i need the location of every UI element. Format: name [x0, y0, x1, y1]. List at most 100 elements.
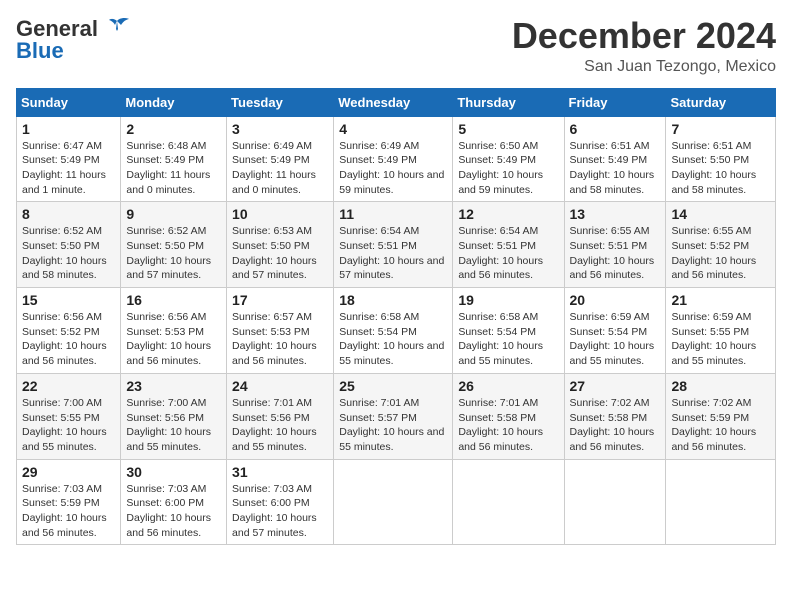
- column-header-wednesday: Wednesday: [334, 88, 453, 116]
- day-number: 18: [339, 292, 447, 308]
- day-info: Sunrise: 6:59 AM Sunset: 5:55 PM Dayligh…: [671, 310, 770, 369]
- week-row-1: 1 Sunrise: 6:47 AM Sunset: 5:49 PM Dayli…: [17, 116, 776, 202]
- calendar-cell: [453, 459, 564, 545]
- day-info: Sunrise: 6:55 AM Sunset: 5:52 PM Dayligh…: [671, 224, 770, 283]
- calendar-cell: [666, 459, 776, 545]
- calendar-cell: 25 Sunrise: 7:01 AM Sunset: 5:57 PM Dayl…: [334, 373, 453, 459]
- day-number: 4: [339, 121, 447, 137]
- day-info: Sunrise: 7:01 AM Sunset: 5:57 PM Dayligh…: [339, 396, 447, 455]
- calendar-cell: 21 Sunrise: 6:59 AM Sunset: 5:55 PM Dayl…: [666, 288, 776, 374]
- calendar-cell: 7 Sunrise: 6:51 AM Sunset: 5:50 PM Dayli…: [666, 116, 776, 202]
- calendar-cell: 13 Sunrise: 6:55 AM Sunset: 5:51 PM Dayl…: [564, 202, 666, 288]
- calendar-cell: 14 Sunrise: 6:55 AM Sunset: 5:52 PM Dayl…: [666, 202, 776, 288]
- day-number: 13: [570, 206, 661, 222]
- calendar-cell: 3 Sunrise: 6:49 AM Sunset: 5:49 PM Dayli…: [227, 116, 334, 202]
- calendar-cell: 17 Sunrise: 6:57 AM Sunset: 5:53 PM Dayl…: [227, 288, 334, 374]
- column-header-sunday: Sunday: [17, 88, 121, 116]
- day-info: Sunrise: 7:01 AM Sunset: 5:58 PM Dayligh…: [458, 396, 558, 455]
- day-info: Sunrise: 6:57 AM Sunset: 5:53 PM Dayligh…: [232, 310, 328, 369]
- day-info: Sunrise: 6:50 AM Sunset: 5:49 PM Dayligh…: [458, 139, 558, 198]
- day-number: 19: [458, 292, 558, 308]
- logo-bird-icon: [103, 17, 131, 39]
- day-number: 21: [671, 292, 770, 308]
- calendar-cell: 10 Sunrise: 6:53 AM Sunset: 5:50 PM Dayl…: [227, 202, 334, 288]
- logo: General Blue: [16, 16, 131, 64]
- day-number: 30: [126, 464, 221, 480]
- day-number: 26: [458, 378, 558, 394]
- day-info: Sunrise: 6:51 AM Sunset: 5:49 PM Dayligh…: [570, 139, 661, 198]
- calendar-cell: 4 Sunrise: 6:49 AM Sunset: 5:49 PM Dayli…: [334, 116, 453, 202]
- day-info: Sunrise: 6:55 AM Sunset: 5:51 PM Dayligh…: [570, 224, 661, 283]
- calendar-cell: 1 Sunrise: 6:47 AM Sunset: 5:49 PM Dayli…: [17, 116, 121, 202]
- day-number: 2: [126, 121, 221, 137]
- week-row-3: 15 Sunrise: 6:56 AM Sunset: 5:52 PM Dayl…: [17, 288, 776, 374]
- header: General Blue December 2024 San Juan Tezo…: [16, 16, 776, 76]
- calendar-cell: 29 Sunrise: 7:03 AM Sunset: 5:59 PM Dayl…: [17, 459, 121, 545]
- day-number: 25: [339, 378, 447, 394]
- week-row-2: 8 Sunrise: 6:52 AM Sunset: 5:50 PM Dayli…: [17, 202, 776, 288]
- calendar-cell: 22 Sunrise: 7:00 AM Sunset: 5:55 PM Dayl…: [17, 373, 121, 459]
- calendar-cell: 2 Sunrise: 6:48 AM Sunset: 5:49 PM Dayli…: [121, 116, 227, 202]
- calendar-cell: 18 Sunrise: 6:58 AM Sunset: 5:54 PM Dayl…: [334, 288, 453, 374]
- day-number: 10: [232, 206, 328, 222]
- day-number: 9: [126, 206, 221, 222]
- column-header-tuesday: Tuesday: [227, 88, 334, 116]
- calendar-cell: 8 Sunrise: 6:52 AM Sunset: 5:50 PM Dayli…: [17, 202, 121, 288]
- week-row-5: 29 Sunrise: 7:03 AM Sunset: 5:59 PM Dayl…: [17, 459, 776, 545]
- day-info: Sunrise: 6:52 AM Sunset: 5:50 PM Dayligh…: [126, 224, 221, 283]
- day-info: Sunrise: 7:02 AM Sunset: 5:58 PM Dayligh…: [570, 396, 661, 455]
- day-info: Sunrise: 6:54 AM Sunset: 5:51 PM Dayligh…: [339, 224, 447, 283]
- day-info: Sunrise: 6:56 AM Sunset: 5:52 PM Dayligh…: [22, 310, 115, 369]
- calendar-cell: 31 Sunrise: 7:03 AM Sunset: 6:00 PM Dayl…: [227, 459, 334, 545]
- calendar-cell: [334, 459, 453, 545]
- day-number: 8: [22, 206, 115, 222]
- day-info: Sunrise: 6:54 AM Sunset: 5:51 PM Dayligh…: [458, 224, 558, 283]
- calendar-cell: 19 Sunrise: 6:58 AM Sunset: 5:54 PM Dayl…: [453, 288, 564, 374]
- calendar-cell: 20 Sunrise: 6:59 AM Sunset: 5:54 PM Dayl…: [564, 288, 666, 374]
- calendar-cell: 15 Sunrise: 6:56 AM Sunset: 5:52 PM Dayl…: [17, 288, 121, 374]
- day-number: 12: [458, 206, 558, 222]
- day-number: 29: [22, 464, 115, 480]
- day-number: 16: [126, 292, 221, 308]
- day-number: 27: [570, 378, 661, 394]
- day-info: Sunrise: 7:03 AM Sunset: 6:00 PM Dayligh…: [232, 482, 328, 541]
- day-info: Sunrise: 7:02 AM Sunset: 5:59 PM Dayligh…: [671, 396, 770, 455]
- day-number: 23: [126, 378, 221, 394]
- location-title: San Juan Tezongo, Mexico: [512, 58, 776, 76]
- calendar-cell: 5 Sunrise: 6:50 AM Sunset: 5:49 PM Dayli…: [453, 116, 564, 202]
- month-title: December 2024: [512, 16, 776, 56]
- column-header-monday: Monday: [121, 88, 227, 116]
- header-row: SundayMondayTuesdayWednesdayThursdayFrid…: [17, 88, 776, 116]
- calendar-cell: 30 Sunrise: 7:03 AM Sunset: 6:00 PM Dayl…: [121, 459, 227, 545]
- calendar-cell: 12 Sunrise: 6:54 AM Sunset: 5:51 PM Dayl…: [453, 202, 564, 288]
- calendar-cell: 28 Sunrise: 7:02 AM Sunset: 5:59 PM Dayl…: [666, 373, 776, 459]
- calendar-cell: 24 Sunrise: 7:01 AM Sunset: 5:56 PM Dayl…: [227, 373, 334, 459]
- day-info: Sunrise: 7:01 AM Sunset: 5:56 PM Dayligh…: [232, 396, 328, 455]
- calendar-cell: 9 Sunrise: 6:52 AM Sunset: 5:50 PM Dayli…: [121, 202, 227, 288]
- column-header-saturday: Saturday: [666, 88, 776, 116]
- day-number: 20: [570, 292, 661, 308]
- calendar-cell: 26 Sunrise: 7:01 AM Sunset: 5:58 PM Dayl…: [453, 373, 564, 459]
- day-number: 24: [232, 378, 328, 394]
- calendar-cell: 16 Sunrise: 6:56 AM Sunset: 5:53 PM Dayl…: [121, 288, 227, 374]
- day-info: Sunrise: 6:53 AM Sunset: 5:50 PM Dayligh…: [232, 224, 328, 283]
- logo-blue: Blue: [16, 38, 64, 64]
- day-info: Sunrise: 6:58 AM Sunset: 5:54 PM Dayligh…: [339, 310, 447, 369]
- week-row-4: 22 Sunrise: 7:00 AM Sunset: 5:55 PM Dayl…: [17, 373, 776, 459]
- day-number: 22: [22, 378, 115, 394]
- day-number: 14: [671, 206, 770, 222]
- day-info: Sunrise: 7:00 AM Sunset: 5:55 PM Dayligh…: [22, 396, 115, 455]
- calendar-cell: 23 Sunrise: 7:00 AM Sunset: 5:56 PM Dayl…: [121, 373, 227, 459]
- day-info: Sunrise: 6:59 AM Sunset: 5:54 PM Dayligh…: [570, 310, 661, 369]
- day-number: 15: [22, 292, 115, 308]
- calendar-cell: 11 Sunrise: 6:54 AM Sunset: 5:51 PM Dayl…: [334, 202, 453, 288]
- calendar-table: SundayMondayTuesdayWednesdayThursdayFrid…: [16, 88, 776, 546]
- day-number: 17: [232, 292, 328, 308]
- day-number: 11: [339, 206, 447, 222]
- day-number: 28: [671, 378, 770, 394]
- day-number: 6: [570, 121, 661, 137]
- day-info: Sunrise: 7:03 AM Sunset: 5:59 PM Dayligh…: [22, 482, 115, 541]
- day-number: 3: [232, 121, 328, 137]
- day-info: Sunrise: 6:49 AM Sunset: 5:49 PM Dayligh…: [339, 139, 447, 198]
- calendar-cell: 27 Sunrise: 7:02 AM Sunset: 5:58 PM Dayl…: [564, 373, 666, 459]
